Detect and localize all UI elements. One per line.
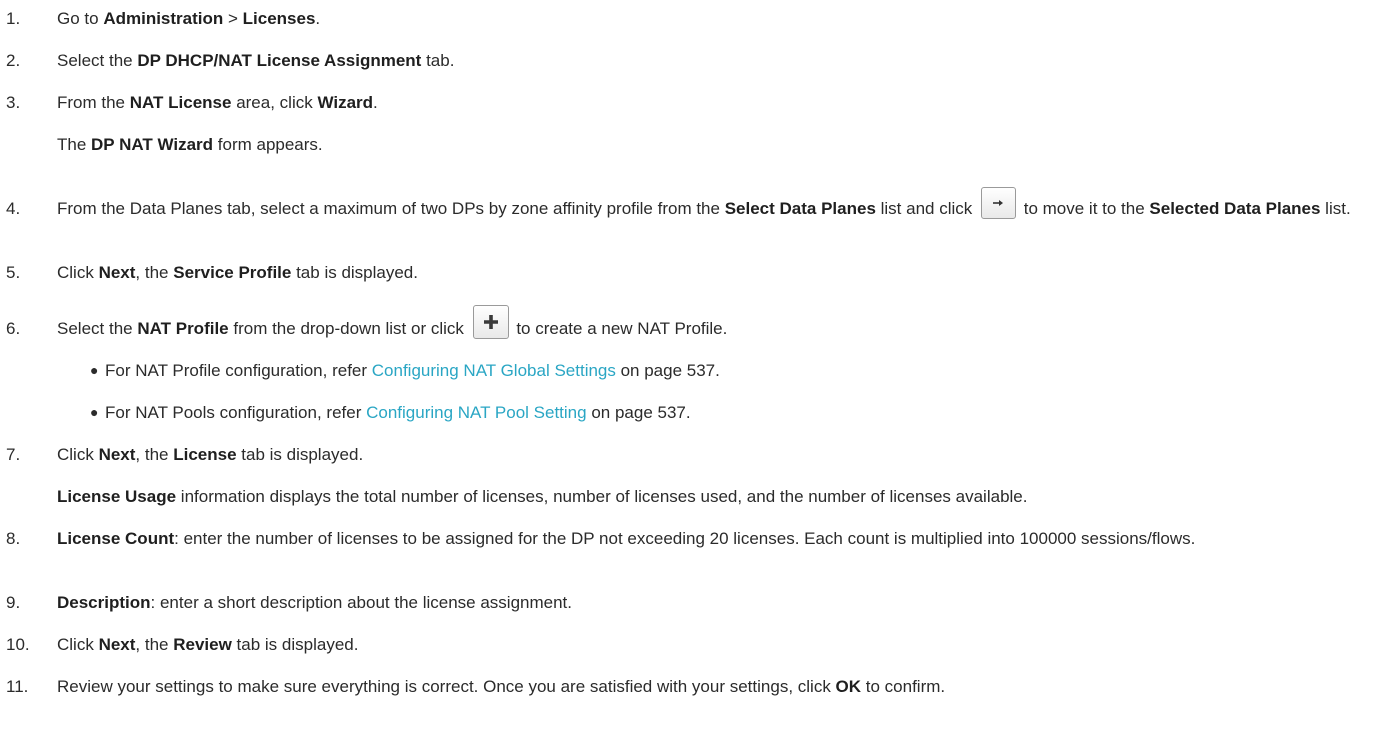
step-number: 9.: [6, 593, 21, 612]
ui-term: Next: [98, 263, 136, 282]
step-text: Click Next, the Review tab is displayed.: [57, 635, 359, 654]
ui-term: License Count: [57, 529, 175, 548]
ui-term: Service Profile: [173, 263, 292, 282]
ui-term: DP NAT Wizard: [91, 135, 214, 154]
step-text: License Count: enter the number of licen…: [57, 529, 1196, 548]
ui-term: Next: [98, 635, 136, 654]
arrow-right-icon: [981, 186, 1016, 219]
step-text: From the NAT License area, click Wizard.: [57, 93, 378, 112]
step-number: 8.: [6, 529, 21, 548]
step-number: 4.: [6, 199, 21, 218]
step-text: Description: enter a short description a…: [57, 593, 572, 612]
ui-term: Administration: [103, 9, 224, 28]
ui-term: License: [173, 445, 237, 464]
step-text: Select the NAT Profile from the drop-dow…: [57, 304, 1385, 339]
bullet-text: For NAT Pools configuration, refer Confi…: [105, 403, 691, 422]
step-text: Click Next, the License tab is displayed…: [57, 445, 364, 464]
step-number: 10.: [6, 635, 30, 654]
ui-term: Review: [173, 635, 232, 654]
bullet-icon: ●: [90, 404, 99, 420]
plus-icon: [472, 304, 509, 339]
ui-term: Wizard: [317, 93, 374, 112]
procedure-document: 1. Go to Administration > Licenses. 2. S…: [0, 0, 1393, 747]
ui-term: NAT License: [129, 93, 232, 112]
ui-term: Select Data Planes: [724, 199, 876, 218]
ui-term: OK: [835, 677, 862, 696]
ui-term: NAT Profile: [137, 319, 229, 338]
ui-term: License Usage: [57, 487, 177, 506]
step-note: The DP NAT Wizard form appears.: [57, 135, 323, 154]
step-text: Select the DP DHCP/NAT License Assignmen…: [57, 51, 455, 70]
step-number: 1.: [6, 9, 21, 28]
ui-term: Description: [57, 593, 151, 612]
step-number: 11.: [6, 677, 29, 696]
step-text: Click Next, the Service Profile tab is d…: [57, 263, 418, 282]
ui-term: DP DHCP/NAT License Assignment: [137, 51, 422, 70]
step-text: From the Data Planes tab, select a maxim…: [57, 186, 1385, 226]
step-number: 2.: [6, 51, 21, 70]
step-number: 3.: [6, 93, 21, 112]
step-number: 5.: [6, 263, 21, 282]
link-configuring-nat-global-settings[interactable]: Configuring NAT Global Settings: [372, 361, 616, 380]
step-number: 7.: [6, 445, 21, 464]
step-number: 6.: [6, 319, 21, 338]
link-configuring-nat-pool-setting[interactable]: Configuring NAT Pool Setting: [366, 403, 587, 422]
step-note: License Usage information displays the t…: [57, 487, 1028, 506]
ui-term: Licenses: [242, 9, 316, 28]
ui-term: Selected Data Planes: [1149, 199, 1321, 218]
step-text: Review your settings to make sure everyt…: [57, 677, 946, 696]
bullet-text: For NAT Profile configuration, refer Con…: [105, 361, 720, 380]
bullet-icon: ●: [90, 362, 99, 378]
step-text: Go to Administration > Licenses.: [57, 9, 321, 28]
ui-term: Next: [98, 445, 136, 464]
